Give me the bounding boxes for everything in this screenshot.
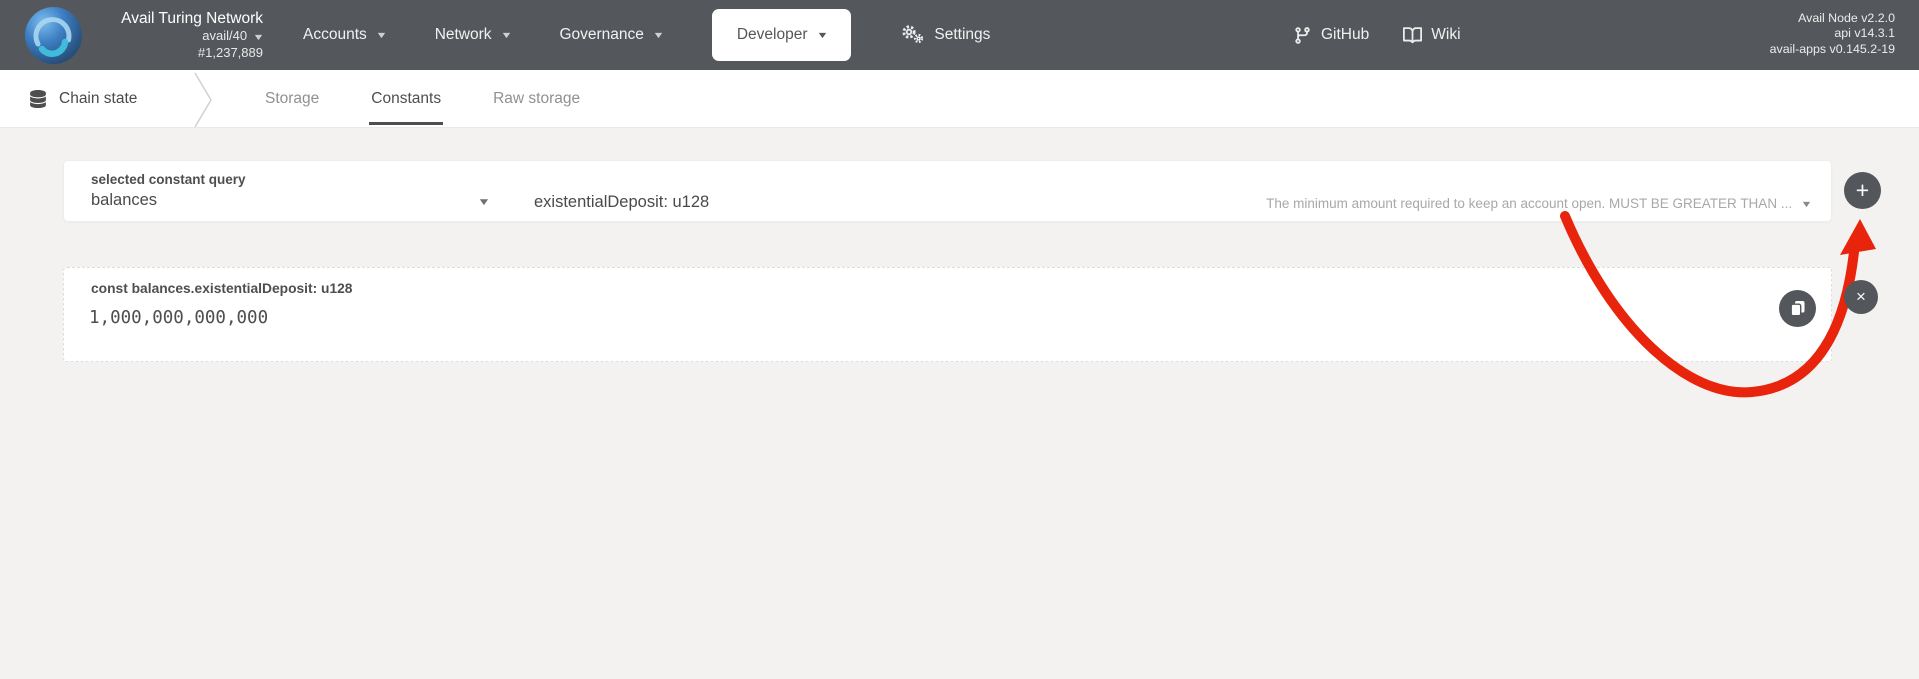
version-info: Avail Node v2.2.0 api v14.3.1 avail-apps…	[1770, 11, 1895, 57]
result-title: const balances.existentialDeposit: u128	[91, 281, 352, 296]
remove-result-button[interactable]: ×	[1844, 280, 1878, 314]
chevron-down-icon: ▼	[252, 29, 264, 45]
network-name: Avail Turing Network	[90, 10, 263, 28]
chevron-down-icon: ▼	[1800, 199, 1812, 209]
add-query-button[interactable]: +	[1844, 172, 1881, 209]
tab-raw-storage[interactable]: Raw storage	[493, 70, 580, 128]
section-title-label: Chain state	[59, 90, 137, 108]
main-menu: Accounts▼ Network▼ Governance▼ Developer…	[303, 0, 990, 70]
constant-dropdown[interactable]: existentialDeposit: u128	[534, 193, 709, 212]
avail-logo[interactable]	[25, 7, 82, 64]
chevron-down-icon[interactable]: ▼	[477, 197, 491, 208]
chevron-down-icon: ▼	[652, 30, 664, 40]
network-meta: Avail Turing Network avail/40▼ #1,237,88…	[90, 10, 263, 61]
network-chain-select[interactable]: avail/40▼	[90, 28, 263, 45]
tabs: Storage Constants Raw storage	[265, 70, 580, 128]
separator-chevron	[193, 72, 215, 128]
api-version: api v14.3.1	[1770, 26, 1895, 41]
wiki-link[interactable]: Wiki	[1403, 26, 1460, 45]
menu-item-settings[interactable]: Settings	[900, 22, 990, 49]
external-links: GitHub Wiki	[1293, 0, 1461, 70]
pallet-dropdown[interactable]: balances	[91, 191, 491, 210]
tab-storage[interactable]: Storage	[265, 70, 319, 128]
page-tabbar: Chain state Storage Constants Raw storag…	[0, 70, 1919, 128]
menu-item-network[interactable]: Network▼	[435, 26, 511, 44]
node-version: Avail Node v2.2.0	[1770, 11, 1895, 26]
menu-item-accounts[interactable]: Accounts▼	[303, 26, 386, 44]
chevron-down-icon: ▼	[375, 30, 387, 40]
result-value: 1,000,000,000,000	[89, 308, 268, 328]
tab-constants[interactable]: Constants	[371, 70, 441, 128]
top-navigation-bar: Avail Turing Network avail/40▼ #1,237,88…	[0, 0, 1919, 70]
github-link[interactable]: GitHub	[1293, 26, 1369, 45]
copy-value-button[interactable]	[1779, 290, 1816, 327]
copy-icon	[1790, 300, 1806, 317]
section-title: Chain state	[30, 70, 137, 128]
query-result-row: const balances.existentialDeposit: u128 …	[63, 267, 1832, 362]
book-icon	[1403, 26, 1422, 45]
database-icon	[30, 90, 46, 108]
chevron-down-icon: ▼	[500, 30, 512, 40]
avail-logo-icon	[25, 7, 82, 64]
constant-description: The minimum amount required to keep an a…	[1266, 196, 1792, 211]
chevron-down-icon: ▼	[816, 30, 828, 40]
gear-icon	[900, 24, 925, 49]
constant-description-dropdown[interactable]: The minimum amount required to keep an a…	[1266, 196, 1811, 211]
block-number: #1,237,889	[90, 45, 263, 61]
menu-item-governance[interactable]: Governance▼	[559, 26, 662, 44]
app-window: Avail Turing Network avail/40▼ #1,237,88…	[0, 0, 1919, 679]
constant-query-card: selected constant query balances ▼ exist…	[63, 160, 1832, 222]
apps-version: avail-apps v0.145.2-19	[1770, 42, 1895, 57]
query-label: selected constant query	[91, 172, 246, 187]
menu-item-developer[interactable]: Developer▼	[712, 9, 852, 61]
git-branch-icon	[1293, 26, 1312, 45]
